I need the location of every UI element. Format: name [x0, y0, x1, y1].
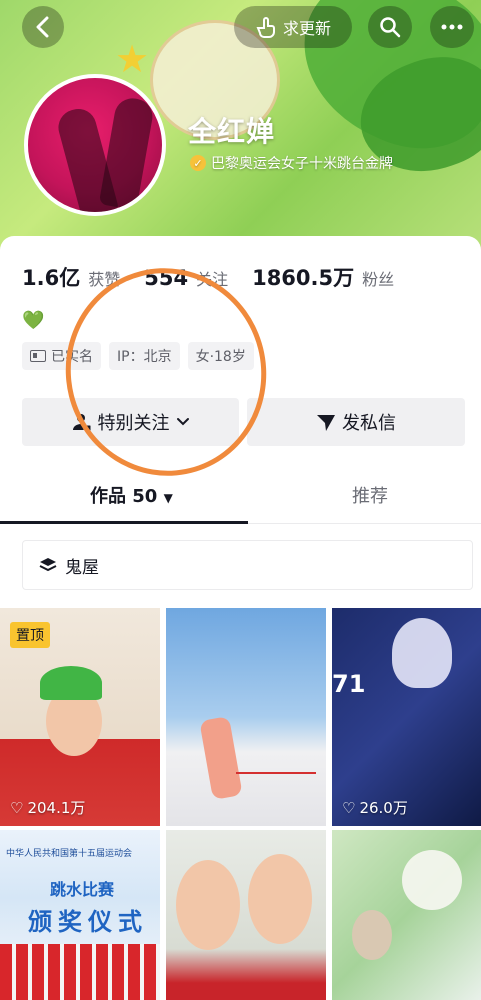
more-button[interactable]	[430, 6, 474, 48]
tag-gender-age-label: 女·18岁	[195, 349, 246, 365]
chevron-down-icon	[176, 418, 189, 426]
caret-down-icon: ▼	[163, 491, 173, 505]
following-count[interactable]: 554	[144, 266, 188, 290]
video-grid: 置顶 ♡ 204.1万 71 ♡ 26.0万 中华人民共和国第十五届运动会 跳水…	[0, 608, 481, 1000]
likes-count: 1.6亿	[22, 266, 81, 290]
search-icon	[380, 17, 401, 38]
tag-ip-label: IP：北京	[117, 349, 172, 365]
tab-active-indicator	[0, 521, 248, 524]
stats-row: 1.6亿 获赞 554 关注 1860.5万 粉丝	[22, 262, 410, 292]
cat-figure	[402, 850, 462, 910]
likes-count: 26.0万	[359, 799, 408, 817]
avatar[interactable]	[24, 74, 166, 216]
scoreboard-number: 71	[332, 670, 366, 698]
tag-real-name-label: 已实名	[51, 349, 93, 365]
action-buttons: 特别关注 发私信	[22, 398, 465, 446]
back-arrow-icon	[36, 16, 49, 38]
tag-ip: IP：北京	[109, 342, 180, 370]
id-card-icon	[30, 350, 46, 362]
collection-item[interactable]: 鬼屋	[22, 540, 473, 590]
pinned-badge: 置顶	[10, 622, 50, 648]
search-button[interactable]	[368, 6, 412, 48]
collection-label: 鬼屋	[65, 557, 99, 578]
video-thumbnail[interactable]: 中华人民共和国第十五届运动会 跳水比赛 颁奖仪式	[0, 830, 160, 1000]
green-hat	[40, 666, 102, 700]
tab-works[interactable]: 作品 50 ▼	[90, 482, 173, 508]
followers-label[interactable]: 粉丝	[362, 266, 394, 290]
mascot-figure	[392, 618, 452, 688]
back-button[interactable]	[22, 6, 64, 48]
send-message-button[interactable]: 发私信	[247, 398, 465, 446]
followers-count[interactable]: 1860.5万	[252, 262, 354, 292]
send-message-label: 发私信	[342, 413, 396, 434]
more-dots-icon	[441, 24, 463, 30]
send-icon	[317, 415, 335, 431]
video-thumbnail[interactable]	[166, 608, 326, 826]
verified-badge: ✓ 巴黎奥运会女子十米跳台金牌	[190, 153, 393, 173]
following-label[interactable]: 关注	[196, 266, 228, 290]
video-likes: ♡ 26.0万	[342, 797, 408, 818]
profile-name: 全红婵	[188, 115, 276, 148]
layers-icon	[39, 558, 57, 572]
tab-recommend[interactable]: 推荐	[352, 482, 388, 508]
heart-icon: ♡	[10, 798, 24, 817]
video-thumbnail[interactable]: 71 ♡ 26.0万	[332, 608, 481, 826]
user-follow-icon	[72, 414, 91, 432]
tag-gender-age: 女·18岁	[187, 342, 254, 370]
avatar-shadow	[98, 95, 156, 211]
fence	[236, 746, 316, 774]
video-caption-title: 颁奖仪式	[28, 908, 148, 936]
content-tabs: 作品 50 ▼ 推荐	[0, 470, 481, 524]
special-follow-label: 特别关注	[97, 413, 170, 434]
special-follow-button[interactable]: 特别关注	[22, 398, 239, 446]
video-caption-line: 中华人民共和国第十五届运动会	[6, 849, 133, 859]
request-update-label: 求更新	[282, 19, 331, 38]
video-caption-title: 跳水比赛	[50, 880, 115, 899]
child-figure	[352, 910, 392, 960]
verified-icon: ✓	[190, 155, 206, 171]
verified-text: 巴黎奥运会女子十米跳台金牌	[211, 156, 393, 172]
profile-tags: 已实名 IP：北京 女·18岁	[22, 342, 254, 370]
video-thumbnail[interactable]	[166, 830, 326, 1000]
crowd-figures	[0, 944, 160, 1000]
request-update-button[interactable]: 求更新	[234, 6, 352, 48]
heart-icon: ♡	[342, 798, 356, 817]
likes-count: 204.1万	[27, 799, 86, 817]
star-decoration: ★	[115, 37, 150, 81]
video-thumbnail[interactable]: 置顶 ♡ 204.1万	[0, 608, 160, 826]
tag-real-name: 已实名	[22, 342, 101, 370]
video-thumbnail[interactable]	[332, 830, 481, 1000]
person-face	[176, 860, 240, 950]
person-face	[248, 854, 312, 944]
video-likes: ♡ 204.1万	[10, 797, 85, 818]
tab-works-label: 作品 50	[90, 486, 158, 507]
green-heart-emoji: 💚	[22, 310, 45, 331]
likes-label: 获赞	[88, 270, 121, 289]
hand-point-icon	[256, 17, 275, 38]
